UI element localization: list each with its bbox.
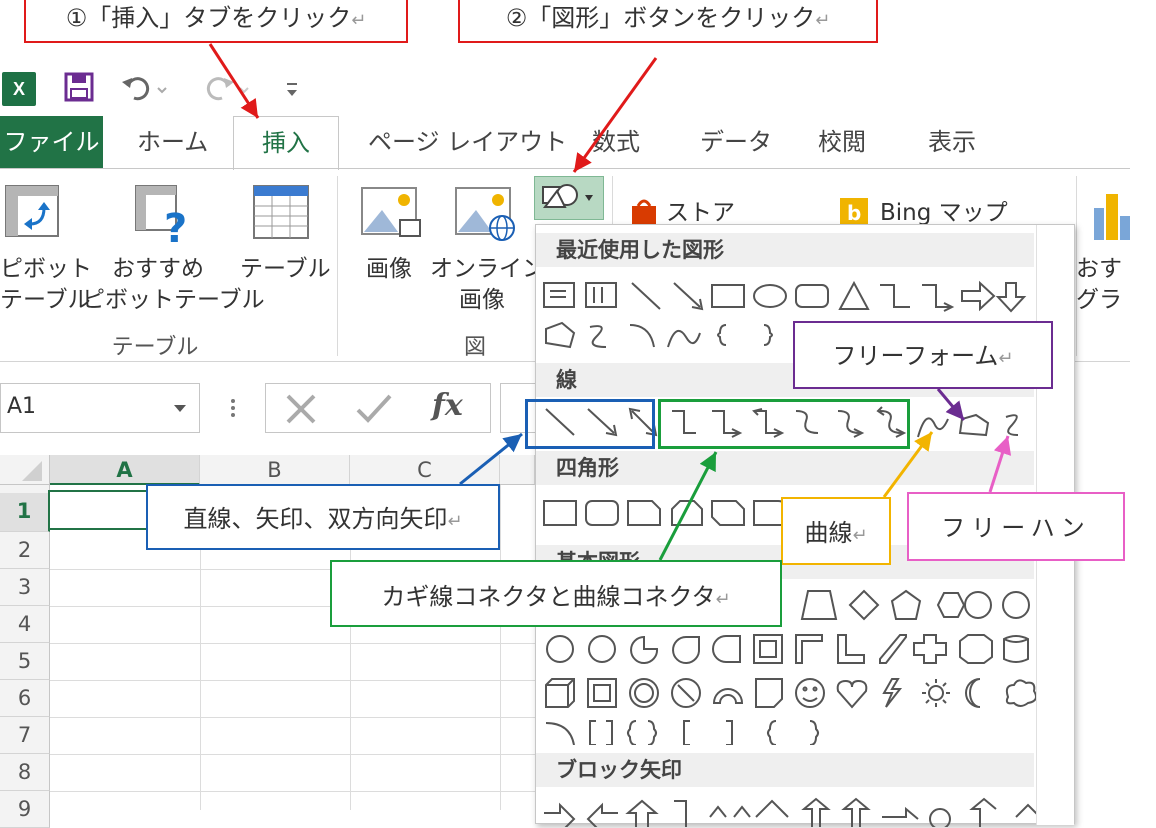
select-all-corner[interactable]: [0, 455, 50, 485]
grid-line: [500, 485, 501, 810]
tab-review[interactable]: 校閲: [818, 116, 866, 168]
row-header[interactable]: 1: [0, 493, 50, 532]
connectors-highlight: [658, 399, 910, 449]
tab-page-layout[interactable]: ページ レイアウト: [368, 116, 567, 168]
tab-formulas[interactable]: 数式: [592, 116, 640, 168]
callout-lines-text: 直線、矢印、双方向矢印: [183, 505, 448, 533]
excel-logo-icon: X: [2, 72, 36, 106]
svg-text:?: ?: [164, 206, 187, 246]
callout-connectors-text: カギ線コネクタと曲線コネクタ: [381, 583, 716, 611]
online-picture-button[interactable]: オンライン 画像: [430, 254, 545, 316]
row-header[interactable]: 2: [0, 532, 50, 569]
callout-freehand: フリーハン: [907, 492, 1125, 561]
shapes-button[interactable]: [534, 176, 604, 220]
tab-home[interactable]: ホーム: [137, 116, 208, 168]
callout-curve: 曲線↵: [781, 497, 891, 565]
ribbon-tab-divider: [0, 168, 1130, 169]
row-header[interactable]: 3: [0, 569, 50, 606]
bing-maps-icon: b: [840, 198, 868, 226]
return-mark: ↵: [715, 589, 731, 610]
row-header[interactable]: 4: [0, 606, 50, 643]
tab-file[interactable]: ファイル: [0, 116, 103, 168]
return-mark: ↵: [852, 525, 868, 546]
row-header[interactable]: 6: [0, 680, 50, 717]
column-header[interactable]: B: [200, 455, 350, 485]
row-header-gap: [0, 485, 50, 493]
save-icon[interactable]: [64, 72, 94, 102]
section-recent-shapes: 最近使用した図形: [536, 233, 1034, 267]
section-rectangles: 四角形: [536, 451, 1034, 485]
recommended-pivot-button[interactable]: おすすめ ピボットテーブル: [82, 254, 265, 316]
undo-icon[interactable]: [120, 72, 170, 104]
column-header: [500, 455, 535, 485]
tab-insert[interactable]: 挿入: [233, 116, 339, 170]
name-box-value: A1: [7, 394, 37, 419]
more-icon: [230, 396, 236, 420]
callout-freeform-text: フリーフォーム: [832, 342, 999, 370]
picture-button[interactable]: 画像: [354, 254, 424, 285]
return-mark: ↵: [815, 10, 831, 31]
callout-curve-text: 曲線: [804, 519, 853, 547]
name-box[interactable]: A1: [0, 383, 200, 433]
pivot-table-button[interactable]: ピボット テーブル: [0, 254, 92, 316]
grid-line: [50, 754, 535, 755]
chevron-down-icon[interactable]: [173, 404, 187, 414]
online-picture-icon: [454, 184, 518, 244]
section-block-arrows: ブロック矢印: [536, 753, 1034, 787]
lines-highlight: [525, 399, 655, 449]
callout-step1: ①「挿入」タブをクリック↵: [24, 0, 408, 43]
grid-line: [50, 643, 535, 644]
pivot-table-icon: [4, 184, 62, 240]
callout-freehand-text: フリーハン: [941, 514, 1091, 542]
column-header[interactable]: A: [50, 455, 200, 485]
store-icon: [628, 198, 660, 224]
column-header[interactable]: C: [350, 455, 500, 485]
callout-lines: 直線、矢印、双方向矢印↵: [146, 484, 500, 550]
tab-view[interactable]: 表示: [928, 116, 976, 168]
tab-data[interactable]: データ: [700, 116, 772, 168]
grid-line: [50, 680, 535, 681]
redo-icon[interactable]: [200, 72, 250, 104]
row-header[interactable]: 8: [0, 754, 50, 791]
return-mark: ↵: [447, 511, 463, 532]
enter-icon[interactable]: [354, 392, 394, 426]
picture-icon: [360, 184, 424, 244]
block-arrows-gallery[interactable]: [540, 797, 1040, 827]
grid-line: [50, 791, 535, 792]
callout-step2-text: ②「図形」ボタンをクリック: [505, 4, 816, 32]
group-label-table: テーブル: [111, 335, 199, 360]
formula-buttons: fx: [265, 383, 491, 433]
grid-line: [50, 717, 535, 718]
table-icon: [252, 184, 312, 242]
return-mark: ↵: [998, 348, 1014, 369]
callout-step1-text: ①「挿入」タブをクリック: [65, 4, 352, 32]
recommended-chart-icon: [1092, 190, 1132, 242]
group-label-illustrations: 図: [463, 335, 486, 360]
return-mark: ↵: [351, 10, 367, 31]
svg-text:b: b: [847, 201, 861, 225]
callout-step2: ②「図形」ボタンをクリック↵: [458, 0, 878, 43]
cancel-icon[interactable]: [284, 392, 320, 426]
insert-function-button[interactable]: fx: [432, 388, 463, 423]
row-header[interactable]: 7: [0, 717, 50, 754]
callout-connectors: カギ線コネクタと曲線コネクタ↵: [330, 560, 782, 627]
group-separator: [337, 176, 338, 356]
recommended-chart-button[interactable]: おす グラ: [1076, 254, 1156, 316]
row-header[interactable]: 5: [0, 643, 50, 680]
callout-freeform: フリーフォーム↵: [793, 321, 1053, 389]
recommended-pivot-icon: ?: [134, 184, 192, 252]
table-button[interactable]: テーブル: [240, 254, 331, 285]
customize-toolbar-icon[interactable]: [284, 80, 300, 100]
